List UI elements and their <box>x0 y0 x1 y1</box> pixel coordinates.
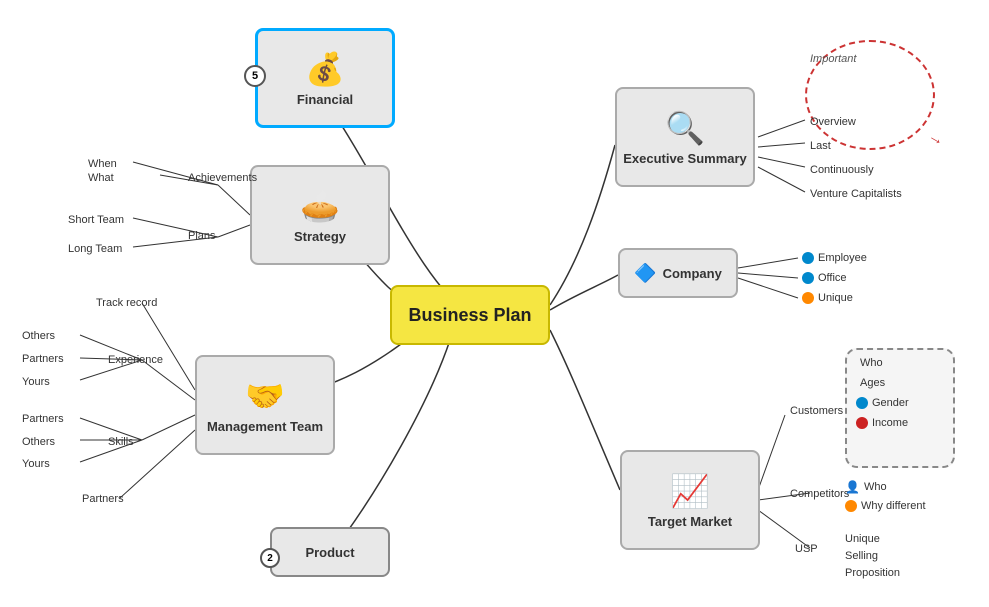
office-icon <box>802 272 814 284</box>
target-icon: 📈 <box>670 472 710 510</box>
yours2-label: Yours <box>22 458 50 470</box>
yours1-label: Yours <box>22 376 50 388</box>
short-team-label: Short Team <box>68 214 124 226</box>
management-icon: 🤝 <box>245 377 285 415</box>
ages-label: Ages <box>860 377 885 389</box>
when-label: When <box>88 158 117 170</box>
important-text: Important <box>810 53 856 65</box>
company-label: Company <box>663 266 722 281</box>
who-customer: Who <box>860 357 883 369</box>
partners3-label: Partners <box>82 493 124 505</box>
product-label: Product <box>305 545 354 560</box>
financial-indicator: 5 <box>244 65 266 87</box>
continuously-label: Continuously <box>810 164 874 176</box>
strategy-node[interactable]: 🥧 Strategy <box>250 165 390 265</box>
management-label: Management Team <box>207 419 323 434</box>
track-record-label: Track record <box>96 297 157 309</box>
competitors-label: Competitors <box>790 488 849 500</box>
partners1-label: Partners <box>22 353 64 365</box>
partners2-label: Partners <box>22 413 64 425</box>
product-node[interactable]: Product <box>270 527 390 577</box>
gender-icon <box>856 397 868 409</box>
target-node[interactable]: 📈 Target Market <box>620 450 760 550</box>
others2-label: Others <box>22 436 55 448</box>
product-indicator: 2 <box>260 548 280 568</box>
why-diff-icon <box>845 500 857 512</box>
company-node[interactable]: 🔷 Company <box>618 248 738 298</box>
strategy-icon: 🥧 <box>300 187 340 225</box>
employee-icon <box>802 252 814 264</box>
overview-label: Overview <box>810 116 856 128</box>
strategy-label: Strategy <box>294 229 346 244</box>
income-item: Income <box>856 417 908 429</box>
venture-label: Venture Capitalists <box>810 188 902 200</box>
usp-selling: Selling <box>845 550 878 562</box>
executive-icon: 🔍 <box>665 109 705 147</box>
experience-label: Experience <box>108 354 163 366</box>
comp-who-item: 👤 Who <box>845 480 887 494</box>
employee-item: Employee <box>802 252 867 264</box>
office-item: Office <box>802 272 847 284</box>
center-node: Business Plan <box>390 285 550 345</box>
important-arrow: → <box>925 127 948 151</box>
target-label: Target Market <box>648 514 732 529</box>
company-icon: 🔷 <box>634 263 656 284</box>
skills-label: Skills <box>108 436 134 448</box>
usp-unique: Unique <box>845 533 880 545</box>
executive-label: Executive Summary <box>623 151 747 166</box>
long-team-label: Long Team <box>68 243 122 255</box>
usp-label: USP <box>795 543 818 555</box>
last-label: Last <box>810 140 831 152</box>
income-icon <box>856 417 868 429</box>
financial-node[interactable]: 💰 Financial <box>255 28 395 128</box>
unique-company-item: Unique <box>802 292 853 304</box>
unique-company-icon <box>802 292 814 304</box>
management-node[interactable]: 🤝 Management Team <box>195 355 335 455</box>
customers-label: Customers <box>790 405 843 417</box>
others1-label: Others <box>22 330 55 342</box>
executive-node[interactable]: 🔍 Executive Summary <box>615 87 755 187</box>
usp-proposition: Proposition <box>845 567 900 579</box>
gender-item: Gender <box>856 397 909 409</box>
why-diff-item: Why different <box>845 500 926 512</box>
what-label: What <box>88 172 114 184</box>
financial-label: Financial <box>297 92 353 107</box>
plans-label: Plans <box>188 230 216 242</box>
center-label: Business Plan <box>408 305 531 326</box>
achievements-label: Achievements <box>188 172 257 184</box>
financial-icon: 💰 <box>305 50 345 88</box>
comp-who-icon: 👤 <box>845 480 860 494</box>
